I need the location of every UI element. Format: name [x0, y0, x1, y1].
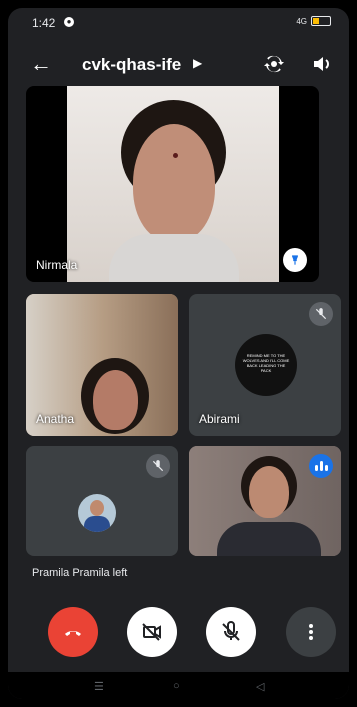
recent-apps-icon[interactable]: ☰ — [94, 680, 104, 693]
main-participant-tile[interactable]: Nirmala — [26, 86, 319, 282]
phone-hangup-icon — [65, 631, 81, 636]
participant-tile[interactable]: REMIND ME TO THE WOLVES AND I'LL COME BA… — [189, 294, 341, 436]
status-bar: 1:42 ● 4G — [8, 8, 349, 36]
back-arrow-icon[interactable]: ← — [30, 52, 52, 76]
participant-left-notice: Pramila Pramila left — [32, 567, 128, 579]
participant-tile[interactable] — [26, 446, 178, 556]
face — [133, 124, 215, 242]
participant-name: Abirami — [199, 412, 240, 426]
status-time: 1:42 — [32, 16, 56, 30]
camera-switch-icon[interactable] — [262, 52, 286, 76]
mic-off-indicator — [146, 454, 170, 478]
shirt — [109, 234, 239, 282]
camera-off-icon — [142, 623, 161, 641]
speaker-icon[interactable] — [310, 52, 334, 76]
speaking-indicator — [309, 454, 333, 478]
audio-bar — [320, 461, 323, 471]
audio-bar — [325, 465, 328, 471]
more-vertical-icon — [309, 624, 313, 640]
mic-off-icon — [152, 460, 164, 472]
caret-right-icon[interactable]: ▶ — [193, 56, 202, 70]
bindi — [173, 153, 178, 158]
avatar: REMIND ME TO THE WOLVES AND I'LL COME BA… — [235, 334, 297, 396]
camera-toggle-button[interactable] — [127, 607, 177, 657]
call-controls — [8, 603, 349, 659]
notification-dot-icon: ● — [64, 17, 74, 27]
home-icon[interactable]: ○ — [173, 680, 180, 692]
participant-name: Nirmala — [36, 258, 78, 272]
meeting-code[interactable]: cvk-qhas-ife — [82, 55, 181, 75]
battery-icon — [311, 16, 331, 26]
network-label: 4G — [296, 16, 307, 26]
audio-bar — [315, 465, 318, 471]
participant-tile[interactable] — [189, 446, 341, 556]
pin-button[interactable] — [283, 248, 307, 272]
more-options-button[interactable] — [286, 607, 336, 657]
back-triangle-icon[interactable]: ◁ — [256, 680, 264, 693]
participant-tile[interactable]: Anatha — [26, 294, 178, 436]
android-nav-bar: ☰ ○ ◁ — [8, 672, 349, 699]
avatar-head — [90, 500, 104, 516]
pin-icon — [292, 255, 298, 265]
mic-toggle-button[interactable] — [206, 607, 256, 657]
participant-name: Anatha — [36, 412, 75, 426]
phone-screen: 1:42 ● 4G ← cvk-qhas-ife ▶ Nirmala Anath… — [8, 8, 349, 699]
avatar-caption: REMIND ME TO THE WOLVES AND I'LL COME BA… — [242, 353, 290, 373]
mic-off-indicator — [309, 302, 333, 326]
meeting-header: ← cvk-qhas-ife ▶ — [8, 44, 349, 88]
avatar — [78, 494, 116, 532]
avatar-shirt — [84, 516, 110, 532]
mic-off-icon — [315, 308, 327, 320]
status-indicators: 4G — [296, 16, 331, 26]
main-video — [67, 86, 279, 282]
face — [249, 466, 289, 518]
mic-off-icon — [222, 621, 240, 641]
end-call-button[interactable] — [48, 607, 98, 657]
face — [93, 370, 138, 430]
shirt — [217, 522, 321, 556]
